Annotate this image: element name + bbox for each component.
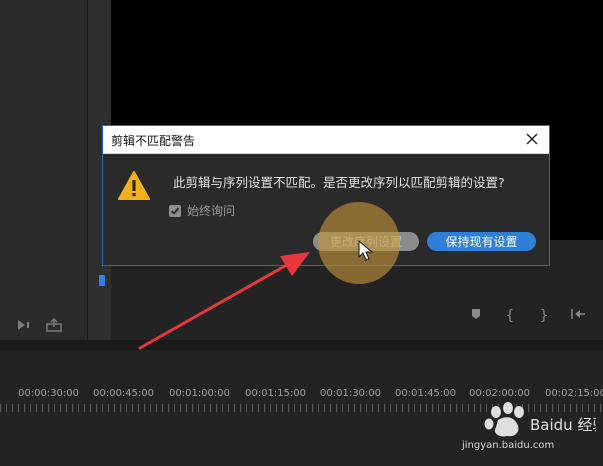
mark-out-icon[interactable]: } xyxy=(536,308,552,324)
baidu-paw-logo: Baidu 经验 xyxy=(484,402,603,437)
project-panel xyxy=(0,0,87,340)
baidu-watermark: Baidu 经验 jingyan.baidu.com xyxy=(456,402,603,462)
go-to-in-icon[interactable] xyxy=(570,308,586,324)
timecode-label: 00:02:00:00 xyxy=(469,388,531,399)
dialog-message: 此剪辑与序列设置不匹配。是否更改序列以匹配剪辑的设置? xyxy=(173,175,505,190)
dialog-title: 剪辑不匹配警告 xyxy=(111,134,196,148)
watermark-brand: Baidu 经验 xyxy=(530,416,596,434)
always-ask-checkbox[interactable] xyxy=(169,204,181,217)
watermark-domain: jingyan.baidu.com xyxy=(462,440,555,451)
play-audio-icon[interactable] xyxy=(16,318,32,332)
playhead-marker[interactable] xyxy=(99,275,105,286)
timecode-label: 00:00:45:00 xyxy=(93,388,155,399)
always-ask-label: 始终询问 xyxy=(187,204,236,218)
check-icon xyxy=(170,206,180,215)
close-icon xyxy=(526,133,538,145)
always-ask-option[interactable]: 始终询问 xyxy=(169,202,235,219)
close-button[interactable] xyxy=(523,130,541,148)
warning-icon xyxy=(118,171,150,200)
monitor-transport: { } xyxy=(468,308,586,324)
mouse-cursor-icon xyxy=(358,240,374,261)
timecode-label: 00:02:15:00 xyxy=(545,388,603,399)
mark-in-icon[interactable]: { xyxy=(502,308,518,324)
keep-existing-settings-button[interactable]: 保持现有设置 xyxy=(427,232,536,251)
timecode-label: 00:01:45:00 xyxy=(395,388,457,399)
dialog-titlebar[interactable]: 剪辑不匹配警告 xyxy=(103,126,549,154)
panel-toolbar xyxy=(16,318,62,332)
timecode-label: 00:01:00:00 xyxy=(169,388,231,399)
export-icon[interactable] xyxy=(46,318,62,332)
timecode-label: 00:01:30:00 xyxy=(320,388,382,399)
timeline-ruler[interactable]: 00:00:30:00 00:00:45:00 00:01:00:00 00:0… xyxy=(0,388,603,402)
annotation-arrow xyxy=(138,252,310,350)
marker-icon[interactable] xyxy=(468,308,484,324)
timecode-label: 00:01:15:00 xyxy=(245,388,307,399)
timecode-label: 00:00:30:00 xyxy=(18,388,80,399)
